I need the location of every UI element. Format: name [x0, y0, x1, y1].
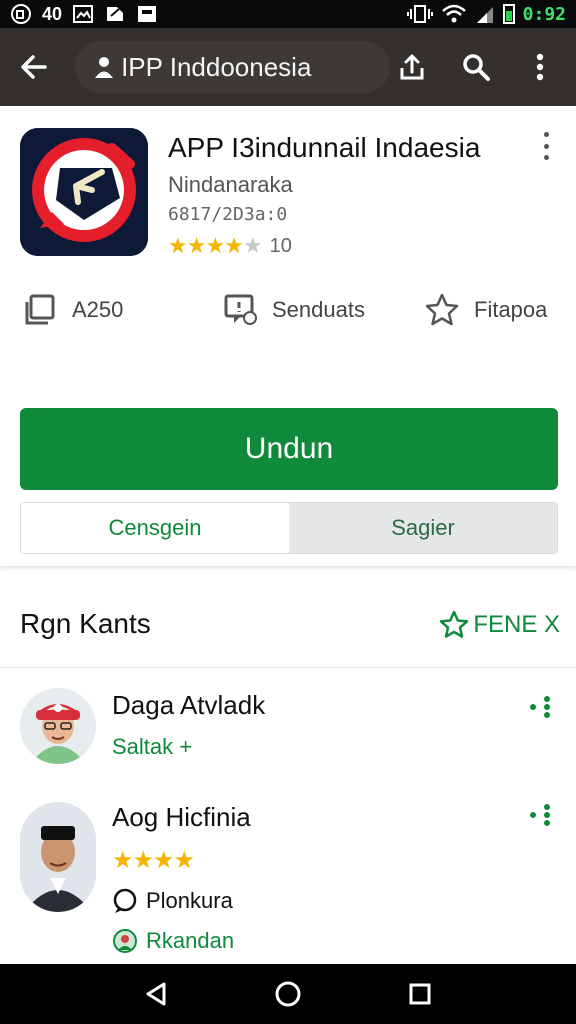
reviews-header: Rgn Kants FENE X: [0, 582, 576, 668]
star-outline-icon: [425, 293, 459, 326]
search-icon[interactable]: [454, 45, 498, 89]
vibrate-icon: [406, 3, 433, 25]
reviewer-name: Daga Atvladk: [112, 690, 266, 720]
review-item: Aog Hicfinia ★★★★ Plonkura Rkandan: [0, 788, 576, 964]
sim-icon: [10, 3, 32, 25]
reviewer-subtitle: Saltak +: [112, 734, 193, 759]
message-icon: [136, 3, 158, 25]
share-icon[interactable]: [390, 45, 434, 89]
system-nav-bar: [0, 964, 576, 1024]
star-filled-icon: ★: [112, 847, 133, 874]
app-bar: IPP Inddoonesia: [0, 28, 576, 106]
star-filled-icon: ★: [224, 233, 244, 258]
segment-left-button[interactable]: Censgein: [21, 503, 289, 553]
review-line-2-text: Rkandan: [146, 928, 235, 953]
reviews-link-label: FENE X: [473, 611, 560, 638]
overflow-menu-icon[interactable]: [518, 45, 562, 89]
chat-icon: [224, 294, 257, 325]
review-more-icon[interactable]: [528, 694, 554, 720]
verified-user-icon: [113, 929, 137, 953]
app-bar-title: IPP Inddoonesia: [121, 51, 312, 82]
avatar: [20, 802, 96, 912]
copy-icon: [25, 294, 55, 325]
star-filled-icon: ★: [153, 847, 174, 874]
action-segment: Censgein Sagier: [20, 502, 558, 554]
url-pill[interactable]: IPP Inddoonesia: [75, 41, 390, 93]
star-filled-icon: ★: [186, 233, 207, 258]
signal-icon: [475, 3, 495, 25]
rating-count: 10: [269, 234, 292, 257]
battery-icon: [502, 4, 515, 24]
star-filled-icon: ★: [205, 233, 225, 258]
chat-bubble-icon: [113, 888, 137, 913]
app-logo-icon: [20, 128, 148, 256]
star-outline-icon: [440, 610, 469, 638]
review-line-2[interactable]: Rkandan: [112, 928, 234, 954]
stat-downloads-label: A250: [72, 297, 124, 322]
back-arrow-icon[interactable]: [14, 45, 53, 89]
stat-category-label: Fitapoa: [474, 297, 548, 322]
stat-downloads: A250: [22, 292, 123, 328]
reviewer-name: Aog Hicfinia: [112, 802, 251, 832]
install-button[interactable]: Undun: [20, 408, 558, 490]
nav-recents-icon[interactable]: [395, 969, 445, 1019]
star-filled-icon: ★: [168, 233, 188, 258]
app-rating: ★★★★★ 10: [168, 233, 292, 259]
stat-category: Fitapoa: [424, 292, 547, 328]
nav-home-icon[interactable]: [263, 969, 313, 1019]
review-line-1-text: Plonkura: [146, 888, 233, 913]
stat-reviews-label: Senduats: [272, 297, 365, 322]
app-overflow-icon[interactable]: [538, 132, 554, 160]
status-bar: 40 0:92: [0, 0, 576, 28]
stat-reviews: Senduats: [222, 292, 365, 328]
app-card: APP I3indunnail Indaesia Nindanaraka 681…: [0, 106, 576, 566]
app-name: APP I3indunnail Indaesia: [168, 132, 481, 163]
status-left-text: 40: [42, 3, 63, 24]
star-filled-icon: ★: [132, 847, 154, 874]
photo-icon: [72, 3, 94, 25]
rating-stars: ★★★★★: [168, 233, 263, 259]
edit-icon: [104, 3, 126, 25]
app-developer[interactable]: Nindanaraka: [168, 172, 293, 198]
avatar: [20, 688, 96, 764]
wifi-icon: [441, 3, 467, 25]
review-stars: ★★★★: [112, 846, 195, 875]
person-icon: [93, 55, 115, 79]
status-time: 0:92: [522, 3, 566, 25]
reviews-title: Rgn Kants: [20, 608, 151, 639]
segment-right-button[interactable]: Sagier: [289, 503, 557, 553]
app-meta: 6817/2D3a:0: [168, 204, 288, 225]
review-line-1: Plonkura: [112, 888, 233, 914]
review-more-icon[interactable]: [528, 802, 554, 828]
star-empty-icon: ★: [242, 233, 263, 258]
review-item: Daga Atvladk Saltak +: [0, 668, 576, 788]
nav-back-icon[interactable]: [131, 969, 181, 1019]
star-filled-icon: ★: [173, 847, 195, 874]
reviews-link[interactable]: FENE X: [439, 610, 560, 640]
